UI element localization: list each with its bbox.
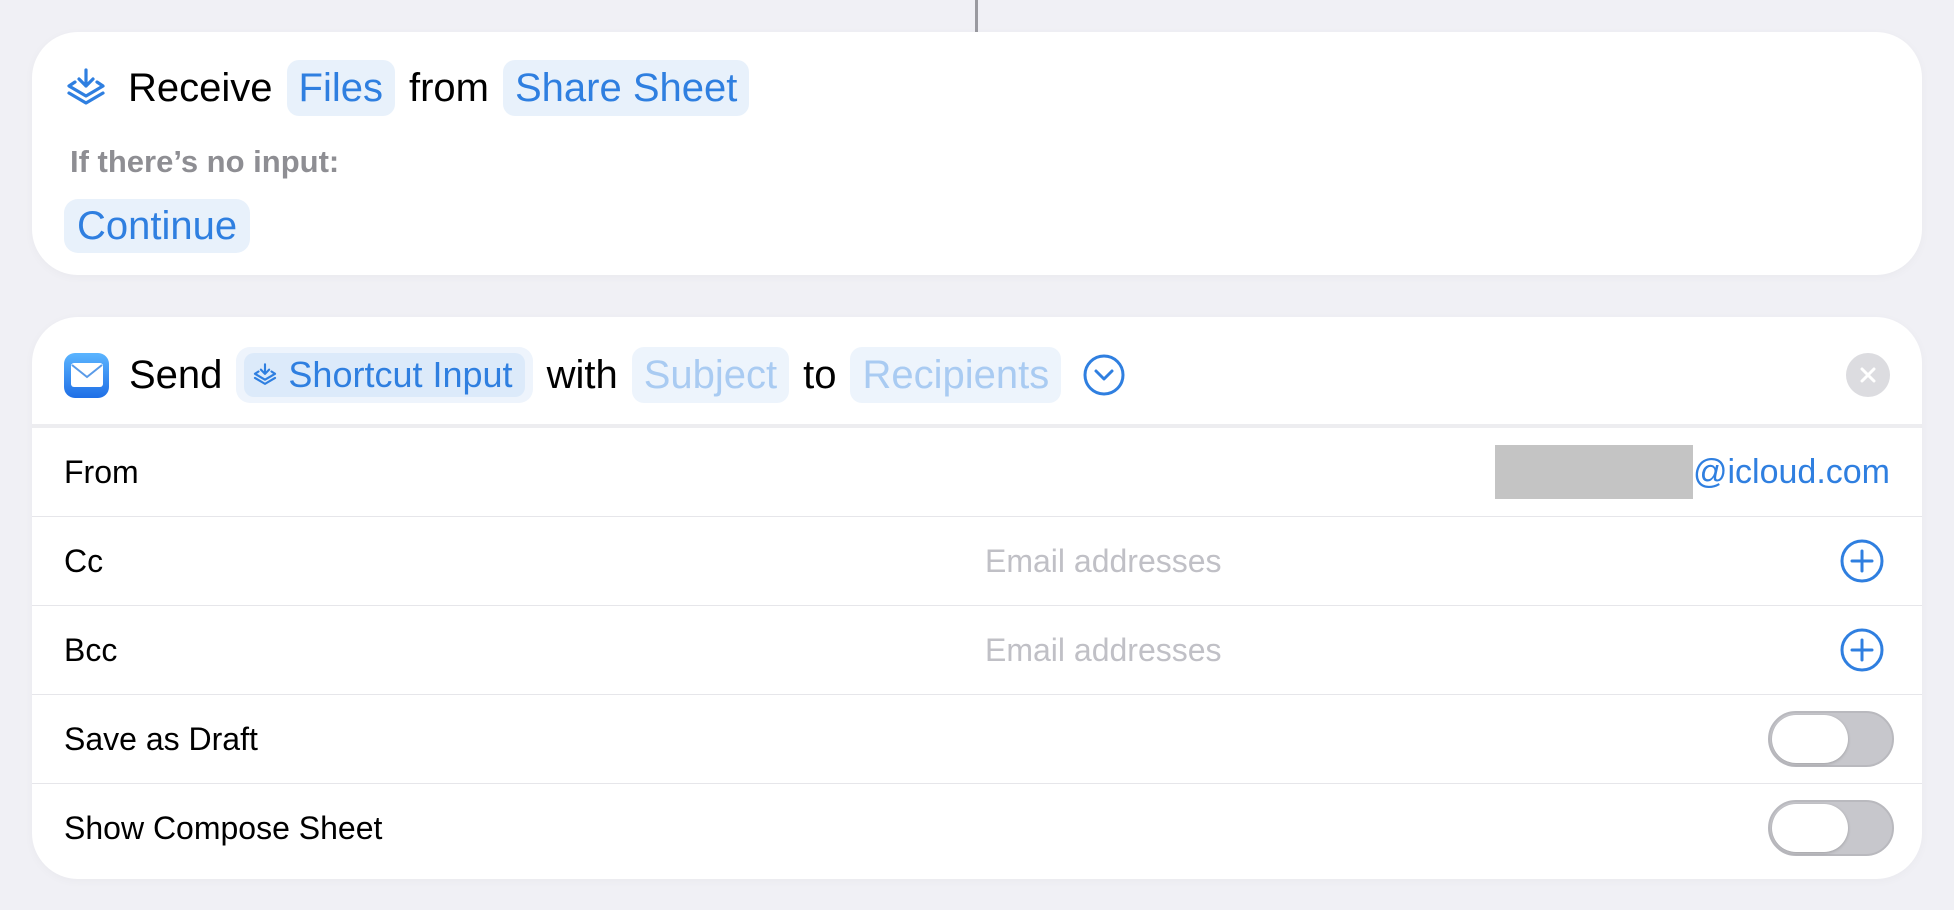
receive-verb: Receive xyxy=(128,65,273,110)
toggle-knob xyxy=(1772,804,1848,852)
receive-from-word: from xyxy=(408,65,489,110)
show-compose-sheet-row: Show Compose Sheet xyxy=(32,783,1922,872)
subject-token[interactable]: Subject xyxy=(631,347,790,403)
share-sheet-receive-icon xyxy=(64,66,108,110)
cc-email-input[interactable]: Email addresses xyxy=(985,543,1222,580)
bcc-email-input[interactable]: Email addresses xyxy=(985,632,1222,669)
action-connector-line xyxy=(975,0,978,32)
save-as-draft-row: Save as Draft xyxy=(32,694,1922,783)
no-input-action-token[interactable]: Continue xyxy=(64,199,251,253)
plus-circle-icon[interactable] xyxy=(1840,539,1884,583)
receive-headline: Receive Files from Share Sheet xyxy=(64,60,750,116)
shortcut-input-token[interactable]: Shortcut Input xyxy=(236,347,533,403)
bcc-label: Bcc xyxy=(64,631,118,668)
chevron-down-circle-icon[interactable] xyxy=(1083,354,1125,396)
save-as-draft-label: Save as Draft xyxy=(64,720,258,757)
input-source-token[interactable]: Share Sheet xyxy=(502,60,750,116)
shortcut-input-icon xyxy=(254,363,277,385)
save-as-draft-toggle[interactable] xyxy=(1768,711,1894,767)
cc-row: Cc Email addresses xyxy=(32,516,1922,605)
toggle-knob xyxy=(1772,715,1848,763)
cc-label: Cc xyxy=(64,542,104,579)
from-email-domain: @icloud.com xyxy=(1692,452,1890,491)
send-headline: Send Shortcut Input with Subject to Reci… xyxy=(64,347,1125,403)
mail-app-icon xyxy=(64,352,109,398)
content-type-token[interactable]: Files xyxy=(286,60,395,116)
bcc-row: Bcc Email addresses xyxy=(32,605,1922,694)
from-label: From xyxy=(64,453,139,490)
send-verb: Send xyxy=(129,352,223,397)
shortcut-input-label: Shortcut Input xyxy=(288,354,513,395)
to-word: to xyxy=(803,352,837,397)
from-account-value[interactable]: @icloud.com xyxy=(1494,445,1890,499)
plus-circle-icon[interactable] xyxy=(1840,628,1884,672)
redacted-username xyxy=(1494,445,1693,499)
with-word: with xyxy=(546,352,618,397)
receive-action-card: Receive Files from Share Sheet If there’… xyxy=(32,32,1922,275)
xmark-circle-icon[interactable] xyxy=(1846,353,1890,397)
send-email-action-card: Send Shortcut Input with Subject to Reci… xyxy=(32,317,1922,879)
show-compose-sheet-toggle[interactable] xyxy=(1768,800,1894,856)
show-compose-sheet-label: Show Compose Sheet xyxy=(64,809,383,846)
from-row[interactable]: From @icloud.com xyxy=(32,428,1922,516)
recipients-token[interactable]: Recipients xyxy=(850,347,1062,403)
no-input-label: If there’s no input: xyxy=(70,144,340,179)
